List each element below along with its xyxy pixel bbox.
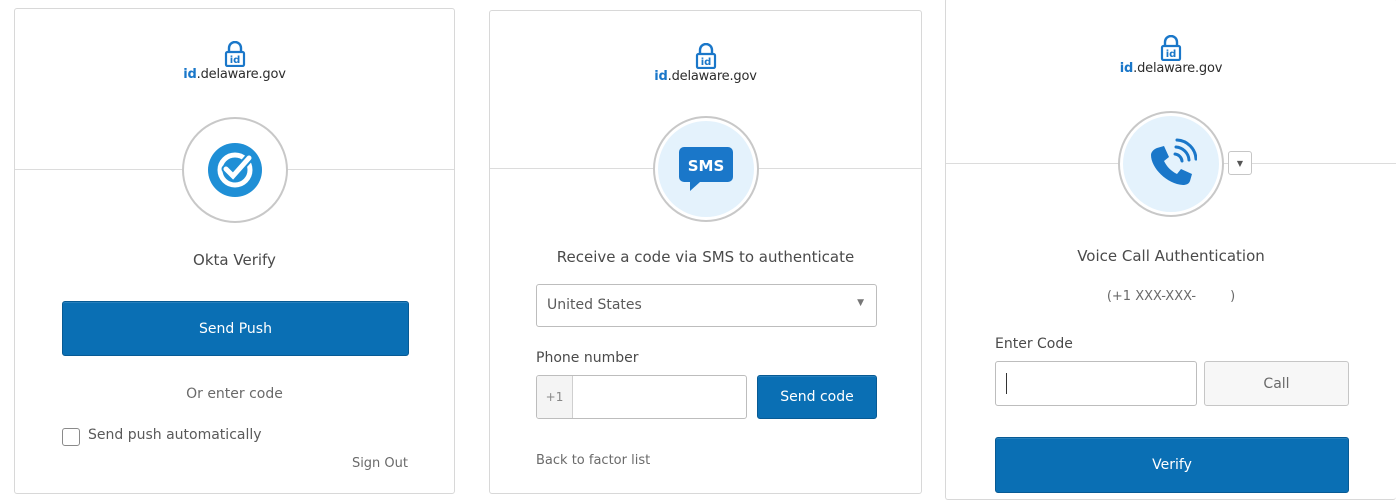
text-cursor [1006, 373, 1007, 394]
lock-icon: id [1160, 35, 1182, 61]
brand-id: id [654, 69, 668, 84]
back-to-factor-list-link[interactable]: Back to factor list [536, 453, 650, 468]
factor-icon-ring: SMS [653, 116, 759, 222]
country-select[interactable]: United States ▼ [536, 284, 877, 327]
verify-button[interactable]: Verify [995, 437, 1349, 493]
brand-text: id.delaware.gov [15, 67, 454, 82]
brand-logo: id id.delaware.gov [15, 41, 454, 82]
phone-prefix: +1 [537, 376, 573, 418]
chevron-down-icon: ▼ [1236, 158, 1244, 168]
brand-id: id [1119, 61, 1134, 76]
auto-push-checkbox[interactable] [62, 428, 80, 446]
okta-verify-card: id id.delaware.gov Okta Verify Send Push… [14, 8, 455, 494]
factor-title: Okta Verify [193, 251, 276, 269]
phone-number-label: Phone number [536, 350, 639, 366]
send-code-button[interactable]: Send code [757, 375, 877, 419]
phone-call-icon [1151, 138, 1197, 185]
call-button[interactable]: Call [1204, 361, 1349, 406]
brand-text: id.delaware.gov [490, 69, 921, 84]
svg-text:id: id [229, 55, 240, 66]
brand-logo: id id.delaware.gov [946, 35, 1396, 76]
svg-text:id: id [700, 57, 711, 68]
okta-verify-icon [208, 143, 262, 197]
factor-title: Receive a code via SMS to authenticate [556, 248, 855, 266]
sms-icon-text: SMS [688, 157, 725, 175]
brand-domain: .delaware.gov [667, 69, 757, 84]
brand-domain: .delaware.gov [1133, 61, 1223, 76]
masked-phone-prefix: (+1 XXX-XXX- [1106, 289, 1197, 304]
sms-icon: SMS [679, 147, 733, 191]
send-push-button[interactable]: Send Push [62, 301, 409, 356]
enter-code-label: Enter Code [995, 336, 1073, 352]
factor-icon-ring [182, 117, 288, 223]
brand-id: id [183, 67, 197, 82]
voice-call-card: id id.delaware.gov ▼ Voice Call Authenti… [945, 0, 1396, 500]
factor-title: Voice Call Authentication [1077, 247, 1265, 265]
factor-dropdown-button[interactable]: ▼ [1228, 151, 1252, 175]
lock-icon: id [224, 41, 245, 67]
chevron-down-icon: ▼ [857, 298, 864, 308]
verification-code-input[interactable] [995, 361, 1197, 406]
masked-phone-number: (+1 XXX-XXX-) [946, 289, 1396, 304]
factor-icon-ring [1118, 111, 1224, 217]
sign-out-link[interactable]: Sign Out [352, 456, 408, 471]
auto-push-label: Send push automatically [88, 427, 262, 443]
or-enter-code-link[interactable]: Or enter code [15, 386, 454, 402]
country-select-value: United States [547, 297, 642, 313]
lock-icon: id [695, 43, 716, 69]
brand-domain: .delaware.gov [196, 67, 286, 82]
sms-card: id id.delaware.gov SMS Receive a code vi… [489, 10, 922, 494]
svg-text:id: id [1166, 49, 1177, 60]
brand-text: id.delaware.gov [946, 61, 1396, 76]
phone-number-field[interactable]: +1 [536, 375, 747, 419]
brand-logo: id id.delaware.gov [490, 43, 921, 84]
masked-phone-end: ) [1230, 289, 1236, 304]
